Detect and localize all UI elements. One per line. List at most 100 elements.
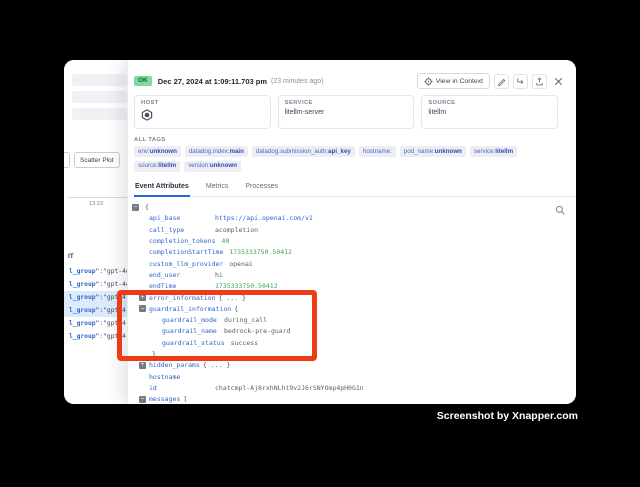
attribute-row: call_typeacompletion	[128, 224, 576, 235]
chart-axis	[68, 197, 127, 198]
expand-icon[interactable]: +	[139, 362, 146, 369]
log-row-value: :"gpt-4	[99, 320, 126, 327]
tag-pill[interactable]: datadog.index:main	[185, 146, 248, 157]
tag-pill[interactable]: version:unknown	[184, 161, 241, 172]
service-card[interactable]: SERVICE litellm-server	[278, 95, 415, 129]
bend-arrow-icon	[516, 77, 525, 86]
attribute-row: −{	[128, 202, 576, 213]
export-button[interactable]	[532, 74, 547, 89]
log-row[interactable]: l_group":"gpt-4	[64, 330, 127, 343]
host-card[interactable]: HOST	[134, 95, 271, 129]
attribute-value: 40	[222, 237, 230, 245]
attribute-key: hidden_params	[149, 361, 200, 369]
tag-value: unknown	[435, 148, 462, 155]
edit-button[interactable]	[494, 74, 509, 89]
attribute-row: +error_information{ ... }	[128, 292, 576, 303]
log-row-value: :"gpt-4o	[99, 281, 127, 288]
log-row[interactable]: l_group":"gpt-4	[64, 291, 127, 304]
host-hexagon-icon	[141, 109, 264, 121]
attribute-brace: { ... }	[203, 361, 230, 369]
attribute-key: endTime	[149, 282, 215, 290]
tab-metrics[interactable]: Metrics	[205, 180, 230, 196]
watermark: Screenshot by Xnapper.com	[437, 410, 578, 422]
tag-value: api_key	[328, 148, 351, 155]
close-icon	[554, 77, 563, 86]
log-row-key: l_group"	[69, 333, 99, 340]
tag-key: datadog.submission_auth:	[256, 148, 328, 155]
attribute-key: guardrail_information	[149, 305, 231, 313]
attribute-row: custom_llm_provideropenai	[128, 258, 576, 269]
attribute-key: guardrail_name	[162, 327, 224, 335]
log-row-value: :"gpt-4	[99, 333, 126, 340]
tab-event-attributes[interactable]: Event Attributes	[134, 180, 190, 197]
event-header: OK Dec 27, 2024 at 1:09:11.703 pm (23 mi…	[134, 73, 566, 89]
attribute-brace: }	[152, 350, 156, 358]
log-row-value: :"gpt-4	[99, 294, 126, 301]
related-events-button[interactable]	[513, 74, 528, 89]
attribute-key: completion_tokens	[149, 237, 222, 245]
host-card-label: HOST	[141, 100, 264, 106]
attribute-row: +hidden_params{ ... }	[128, 360, 576, 371]
attribute-row: completionStartTime1735333750.50412	[128, 247, 576, 258]
source-card[interactable]: SOURCE litellm	[421, 95, 558, 129]
tag-pill[interactable]: pod_name:unknown	[400, 146, 466, 157]
attribute-key: hostname	[149, 373, 180, 381]
event-timestamp: Dec 27, 2024 at 1:09:11.703 pm	[158, 77, 267, 86]
search-icon[interactable]	[555, 205, 566, 216]
attribute-key: guardrail_status	[162, 339, 231, 347]
attribute-key: end_user	[149, 271, 215, 279]
skeleton-bar	[72, 91, 127, 103]
collapse-icon[interactable]: −	[132, 204, 139, 211]
tag-key: hostname:	[363, 148, 392, 155]
tag-pill[interactable]: env:unknown	[134, 146, 181, 157]
attribute-brace: [	[183, 395, 187, 403]
log-row[interactable]: l_group":"gpt-4o	[64, 278, 127, 291]
log-row-key: l_group"	[69, 268, 99, 275]
service-card-label: SERVICE	[285, 100, 408, 106]
relative-time: (23 minutes ago)	[271, 78, 324, 85]
tag-pill[interactable]: datadog.submission_auth:api_key	[252, 146, 355, 157]
tag-value: litellm	[158, 162, 176, 169]
tag-pill[interactable]: service:litellm	[470, 146, 517, 157]
view-in-context-button[interactable]: View in Context	[417, 73, 490, 89]
tab-bar: Event Attributes Metrics Processes	[134, 180, 576, 197]
tag-key: source:	[138, 162, 158, 169]
log-row[interactable]: l_group":"gpt-4o	[64, 265, 127, 278]
attribute-key: messages	[149, 395, 180, 403]
attribute-value: hi	[215, 271, 223, 279]
attribute-row: guardrail_statussuccess	[128, 337, 576, 348]
tag-pill[interactable]: hostname:	[359, 146, 396, 157]
scope-icon	[424, 77, 433, 86]
tag-list: env:unknown datadog.index:main datadog.sub…	[134, 146, 564, 172]
collapse-icon[interactable]: −	[139, 396, 146, 403]
tag-value: main	[229, 148, 243, 155]
log-row-key: l_group"	[69, 294, 99, 301]
skeleton-bar	[72, 74, 127, 86]
event-detail-panel: OK Dec 27, 2024 at 1:09:11.703 pm (23 mi…	[127, 60, 576, 404]
attribute-row: }	[128, 348, 576, 359]
log-row-key: l_group"	[69, 281, 99, 288]
log-row[interactable]: l_group":"gpt-4	[64, 304, 127, 317]
tag-key: pod_name:	[404, 148, 435, 155]
attribute-key: error_information	[149, 294, 216, 302]
attribute-value: bedrock-pre-guard	[224, 327, 291, 335]
tag-key: version:	[188, 162, 210, 169]
log-row-value: :"gpt-4o	[99, 268, 127, 275]
column-header-fragment: IT	[68, 253, 74, 260]
attribute-value[interactable]: https://api.openai.com/v1	[215, 214, 313, 222]
attribute-value: success	[231, 339, 258, 347]
log-row[interactable]: l_group":"gpt-4	[64, 317, 127, 330]
attribute-key: completionStartTime	[149, 248, 229, 256]
truncated-button[interactable]	[64, 152, 70, 168]
scatter-plot-button[interactable]: Scatter Plot	[74, 152, 120, 168]
tag-pill[interactable]: source:litellm	[134, 161, 180, 172]
attribute-row: endTime1735333750.50412	[128, 281, 576, 292]
expand-icon[interactable]: +	[139, 294, 146, 301]
close-button[interactable]	[551, 74, 566, 89]
attribute-key: api_base	[149, 214, 215, 222]
attribute-row: hostname	[128, 371, 576, 382]
collapse-icon[interactable]: −	[139, 305, 146, 312]
attribute-row: end_userhi	[128, 269, 576, 280]
tab-processes[interactable]: Processes	[244, 180, 279, 196]
view-in-context-label: View in Context	[436, 78, 483, 85]
